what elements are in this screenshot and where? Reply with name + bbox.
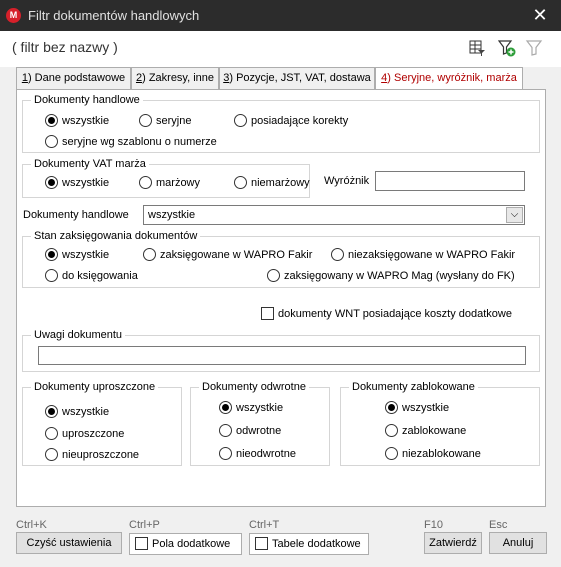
confirm-button[interactable]: Zatwierdź (424, 532, 482, 554)
radio-niemarzowy[interactable]: niemarżowy (234, 175, 310, 191)
wnt-checkbox[interactable]: dokumenty WNT posiadające koszty dodatko… (261, 306, 512, 322)
radio-zablokowane[interactable]: zablokowane (385, 423, 466, 439)
dok-handlowe-select-label: Dokumenty handlowe (23, 209, 129, 221)
radio-zaksiegowany-mag[interactable]: zaksięgowany w WAPRO Mag (wysłany do FK) (267, 268, 515, 284)
group-title: Dokumenty VAT marża (31, 158, 149, 171)
radio-niezablokowane[interactable]: niezablokowane (385, 446, 481, 462)
radio-zaksiegowane-fakir[interactable]: zaksięgowane w WAPRO Fakir (143, 247, 312, 263)
dok-handlowe-select[interactable]: wszystkie ⌵ (143, 205, 525, 225)
radio-zabl-wszystkie[interactable]: wszystkie (385, 400, 449, 416)
group-title: Dokumenty uproszczone (31, 381, 159, 394)
filter-header: ( filtr bez nazwy ) (0, 31, 561, 67)
group-title: Uwagi dokumentu (31, 329, 126, 342)
group-title: Dokumenty odwrotne (199, 381, 309, 394)
table-filter-icon[interactable] (468, 39, 486, 57)
extra-tables-shortcut: Ctrl+T (249, 519, 280, 531)
radio-upr-wszystkie[interactable]: wszystkie (45, 404, 109, 420)
odwrotne-group: Dokumenty odwrotne wszystkie odwrotne ni… (190, 381, 330, 466)
tab-panel: Dokumenty handlowe wszystkie seryjne pos… (16, 89, 546, 507)
wyroznik-label: Wyróżnik (324, 175, 370, 187)
funnel-icon[interactable] (525, 39, 543, 57)
group-title: Dokumenty zablokowane (349, 381, 478, 394)
chevron-down-icon[interactable]: ⌵ (506, 207, 523, 223)
vat-marza-group: Dokumenty VAT marża wszystkie marżowy ni… (22, 158, 310, 198)
cancel-button[interactable]: Anuluj (489, 532, 547, 554)
radio-vat-wszystkie[interactable]: wszystkie (45, 175, 109, 191)
radio-niezaksiegowane-fakir[interactable]: niezaksięgowane w WAPRO Fakir (331, 247, 515, 263)
tab-zakresy[interactable]: 2) Zakresy, inne (131, 67, 219, 89)
radio-stan-wszystkie[interactable]: wszystkie (45, 247, 109, 263)
app-logo-icon: M (6, 8, 21, 23)
tab-seryjne[interactable]: 4) Seryjne, wyróżnik, marża (375, 67, 523, 90)
wyroznik-input[interactable] (375, 171, 525, 191)
radio-do-ksiegowania[interactable]: do księgowania (45, 268, 138, 284)
tab-dane-podstawowe[interactable]: 1) Dane podstawowe (16, 67, 131, 89)
clear-shortcut: Ctrl+K (16, 519, 47, 531)
add-filter-icon[interactable] (498, 39, 516, 57)
radio-wszystkie[interactable]: wszystkie (45, 113, 109, 129)
filter-name: ( filtr bez nazwy ) (12, 39, 118, 55)
radio-odw-wszystkie[interactable]: wszystkie (219, 400, 283, 416)
radio-seryjne[interactable]: seryjne (139, 113, 191, 129)
title-bar: M Filtr dokumentów handlowych ✕ (0, 0, 561, 31)
uwagi-group: Uwagi dokumentu (22, 329, 540, 372)
dok-handlowe-group: Dokumenty handlowe wszystkie seryjne pos… (22, 94, 540, 153)
extra-fields-toggle[interactable]: Pola dodatkowe (129, 533, 242, 555)
radio-seryjne-wg-szablonu[interactable]: seryjne wg szablonu o numerze (45, 134, 217, 150)
clear-settings-button[interactable]: Czyść ustawienia (16, 532, 122, 554)
radio-nieuproszczone[interactable]: nieuproszczone (45, 447, 139, 463)
uproszczone-group: Dokumenty uproszczone wszystkie uproszcz… (22, 381, 182, 466)
confirm-shortcut: F10 (424, 519, 443, 531)
radio-odwrotne[interactable]: odwrotne (219, 423, 281, 439)
group-title: Dokumenty handlowe (31, 94, 143, 107)
close-button[interactable]: ✕ (529, 4, 551, 26)
extra-fields-shortcut: Ctrl+P (129, 519, 160, 531)
uwagi-input[interactable] (38, 346, 526, 365)
cancel-shortcut: Esc (489, 519, 508, 531)
tab-pozycje[interactable]: 3) Pozycje, JST, VAT, dostawa (219, 67, 375, 89)
window-title: Filtr dokumentów handlowych (28, 8, 200, 23)
extra-tables-toggle[interactable]: Tabele dodatkowe (249, 533, 369, 555)
zablokowane-group: Dokumenty zablokowane wszystkie zablokow… (340, 381, 540, 466)
group-title: Stan zaksięgowania dokumentów (31, 230, 201, 243)
radio-uproszczone[interactable]: uproszczone (45, 426, 124, 442)
stan-zaksiegowania-group: Stan zaksięgowania dokumentów wszystkie … (22, 230, 540, 288)
radio-posiadajace-korekty[interactable]: posiadające korekty (234, 113, 348, 129)
radio-nieodwrotne[interactable]: nieodwrotne (219, 446, 296, 462)
radio-marzowy[interactable]: marżowy (139, 175, 200, 191)
